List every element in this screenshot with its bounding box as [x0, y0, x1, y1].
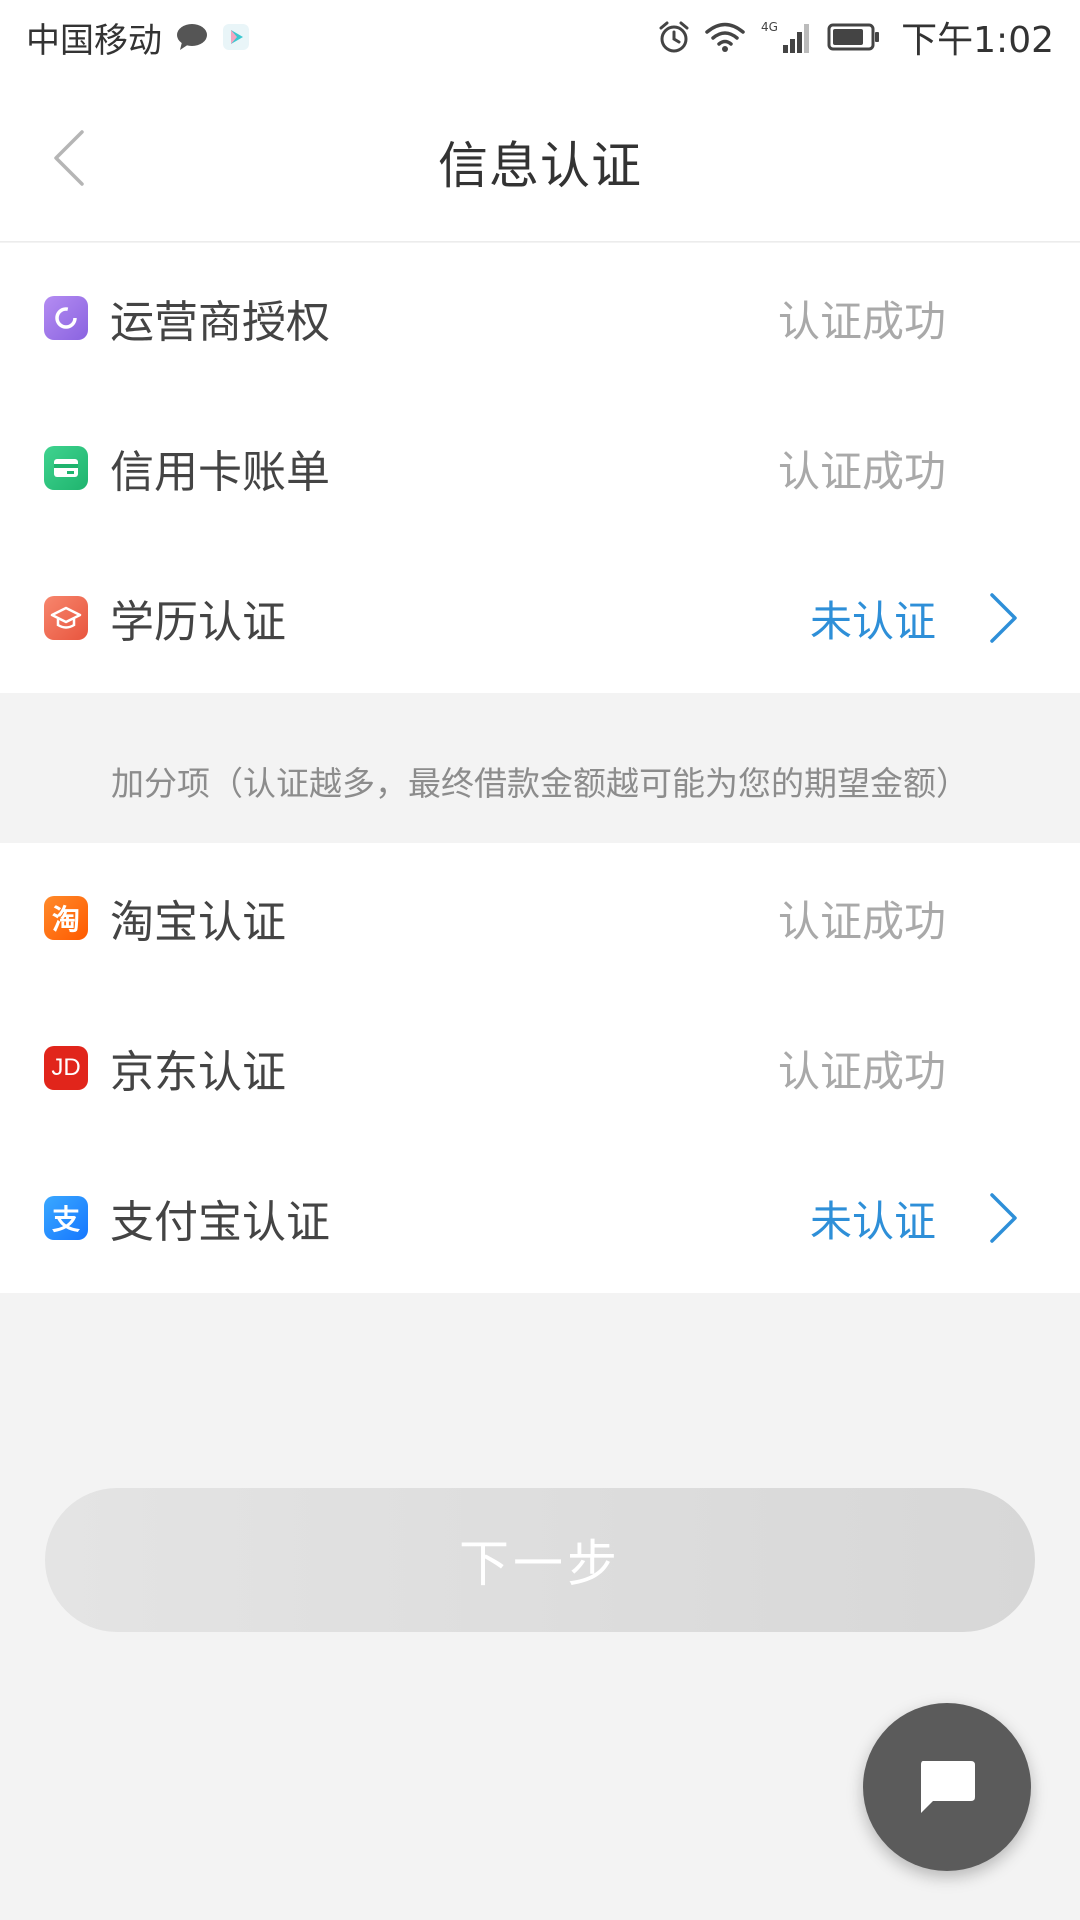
status-text: 认证成功 [777, 296, 946, 346]
taobao-icon: 淘 [44, 896, 88, 940]
screen: 中国移动 4G 下午1:02 信息认证 运营商授权 认证成功 信用卡账单 认证成… [0, 0, 1080, 1920]
list-item-label: 信用卡账单 [110, 447, 330, 498]
jd-icon-glyph: JD [51, 1054, 81, 1081]
signal-icon: 4G [759, 19, 813, 55]
alipay-icon-glyph: 支 [51, 1203, 80, 1236]
list-item-credit-card[interactable]: 信用卡账单 认证成功 [0, 393, 1080, 543]
required-auth-list: 运营商授权 认证成功 信用卡账单 认证成功 学历认证 未认证 [0, 243, 1080, 693]
list-item-label: 学历认证 [110, 597, 286, 648]
operator-icon [44, 296, 88, 340]
battery-icon [827, 22, 881, 52]
status-text: 认证成功 [777, 1046, 946, 1096]
chevron-right-icon [986, 591, 1020, 645]
bonus-auth-list: 淘 淘宝认证 认证成功 JD 京东认证 认证成功 支 支付宝认证 未认证 [0, 843, 1080, 1293]
list-item-label: 运营商授权 [110, 297, 330, 348]
list-item-education[interactable]: 学历认证 未认证 [0, 543, 1080, 693]
status-bar: 中国移动 4G 下午1:02 [0, 0, 1080, 74]
message-icon [176, 22, 208, 52]
list-item-operator[interactable]: 运营商授权 认证成功 [0, 243, 1080, 393]
list-item-label: 支付宝认证 [110, 1197, 330, 1248]
jd-icon: JD [44, 1046, 88, 1090]
bonus-hint: 加分项（认证越多，最终借款金额越可能为您的期望金额） [111, 764, 969, 803]
chat-bubble-icon [921, 1761, 975, 1813]
status-text: 未认证 [809, 1196, 936, 1246]
wifi-icon [705, 21, 745, 53]
status-text: 认证成功 [777, 446, 946, 496]
status-left: 中国移动 [26, 13, 250, 62]
graduation-cap-icon [44, 596, 88, 640]
list-item-jd[interactable]: JD 京东认证 认证成功 [0, 993, 1080, 1143]
status-text: 认证成功 [777, 896, 946, 946]
credit-card-icon [44, 446, 88, 490]
status-text: 未认证 [809, 596, 936, 646]
app-notification-icon [222, 23, 250, 51]
list-item-label: 京东认证 [110, 1047, 286, 1098]
next-step-button[interactable]: 下一步 [45, 1488, 1035, 1632]
alarm-icon [657, 20, 691, 54]
status-right: 4G 下午1:02 [657, 11, 1054, 63]
page-title: 信息认证 [438, 137, 642, 195]
network-type: 4G [761, 20, 778, 34]
list-item-label: 淘宝认证 [110, 897, 286, 948]
taobao-icon-glyph: 淘 [51, 903, 80, 936]
alipay-icon: 支 [44, 1196, 88, 1240]
chevron-right-icon [986, 1191, 1020, 1245]
chat-fab-button[interactable] [863, 1703, 1031, 1871]
carrier-name: 中国移动 [26, 20, 162, 61]
clock: 下午1:02 [901, 20, 1054, 61]
list-item-alipay[interactable]: 支 支付宝认证 未认证 [0, 1143, 1080, 1293]
nav-bar: 信息认证 [0, 74, 1080, 242]
list-item-taobao[interactable]: 淘 淘宝认证 认证成功 [0, 843, 1080, 993]
